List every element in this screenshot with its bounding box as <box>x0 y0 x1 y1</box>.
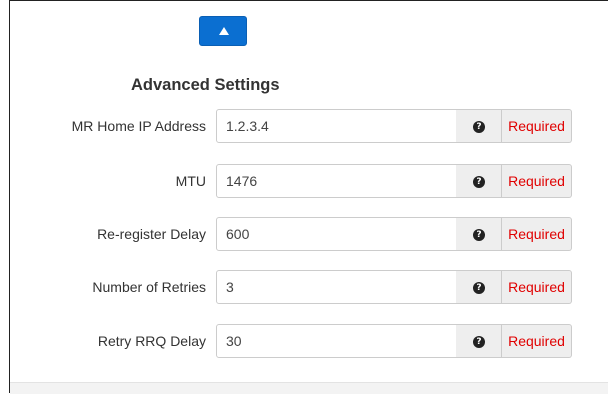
required-badge: Required <box>502 109 572 143</box>
field-row-mtu: MTU ? Required <box>0 164 608 198</box>
required-badge: Required <box>502 217 572 251</box>
triangle-up-icon <box>219 27 229 35</box>
retry-rrq-delay-input[interactable] <box>216 324 457 358</box>
help-button[interactable]: ? <box>456 270 502 304</box>
question-circle-icon: ? <box>473 282 485 294</box>
number-of-retries-input[interactable] <box>216 270 457 304</box>
field-row-retry-rrq-delay: Retry RRQ Delay ? Required <box>0 324 608 358</box>
field-label: Retry RRQ Delay <box>97 333 206 349</box>
help-button[interactable]: ? <box>456 324 502 358</box>
question-circle-icon: ? <box>473 336 485 348</box>
field-label: MR Home IP Address <box>71 118 206 134</box>
help-button[interactable]: ? <box>456 164 502 198</box>
field-label: Number of Retries <box>92 279 206 295</box>
help-button[interactable]: ? <box>456 217 502 251</box>
question-circle-icon: ? <box>473 229 485 241</box>
required-badge: Required <box>502 270 572 304</box>
field-row-number-of-retries: Number of Retries ? Required <box>0 270 608 304</box>
field-row-reregister-delay: Re-register Delay ? Required <box>0 217 608 251</box>
field-row-mr-home-ip: MR Home IP Address ? Required <box>0 109 608 143</box>
required-badge: Required <box>502 164 572 198</box>
mtu-input[interactable] <box>216 164 457 198</box>
panel-footer-strip <box>10 382 608 394</box>
field-label: MTU <box>175 173 206 189</box>
help-button[interactable]: ? <box>456 109 502 143</box>
required-badge: Required <box>502 324 572 358</box>
question-circle-icon: ? <box>473 176 485 188</box>
mr-home-ip-input[interactable] <box>216 109 457 143</box>
question-circle-icon: ? <box>473 121 485 133</box>
collapse-section-button[interactable] <box>199 16 247 46</box>
reregister-delay-input[interactable] <box>216 217 457 251</box>
field-label: Re-register Delay <box>97 226 206 242</box>
section-title: Advanced Settings <box>131 76 280 94</box>
